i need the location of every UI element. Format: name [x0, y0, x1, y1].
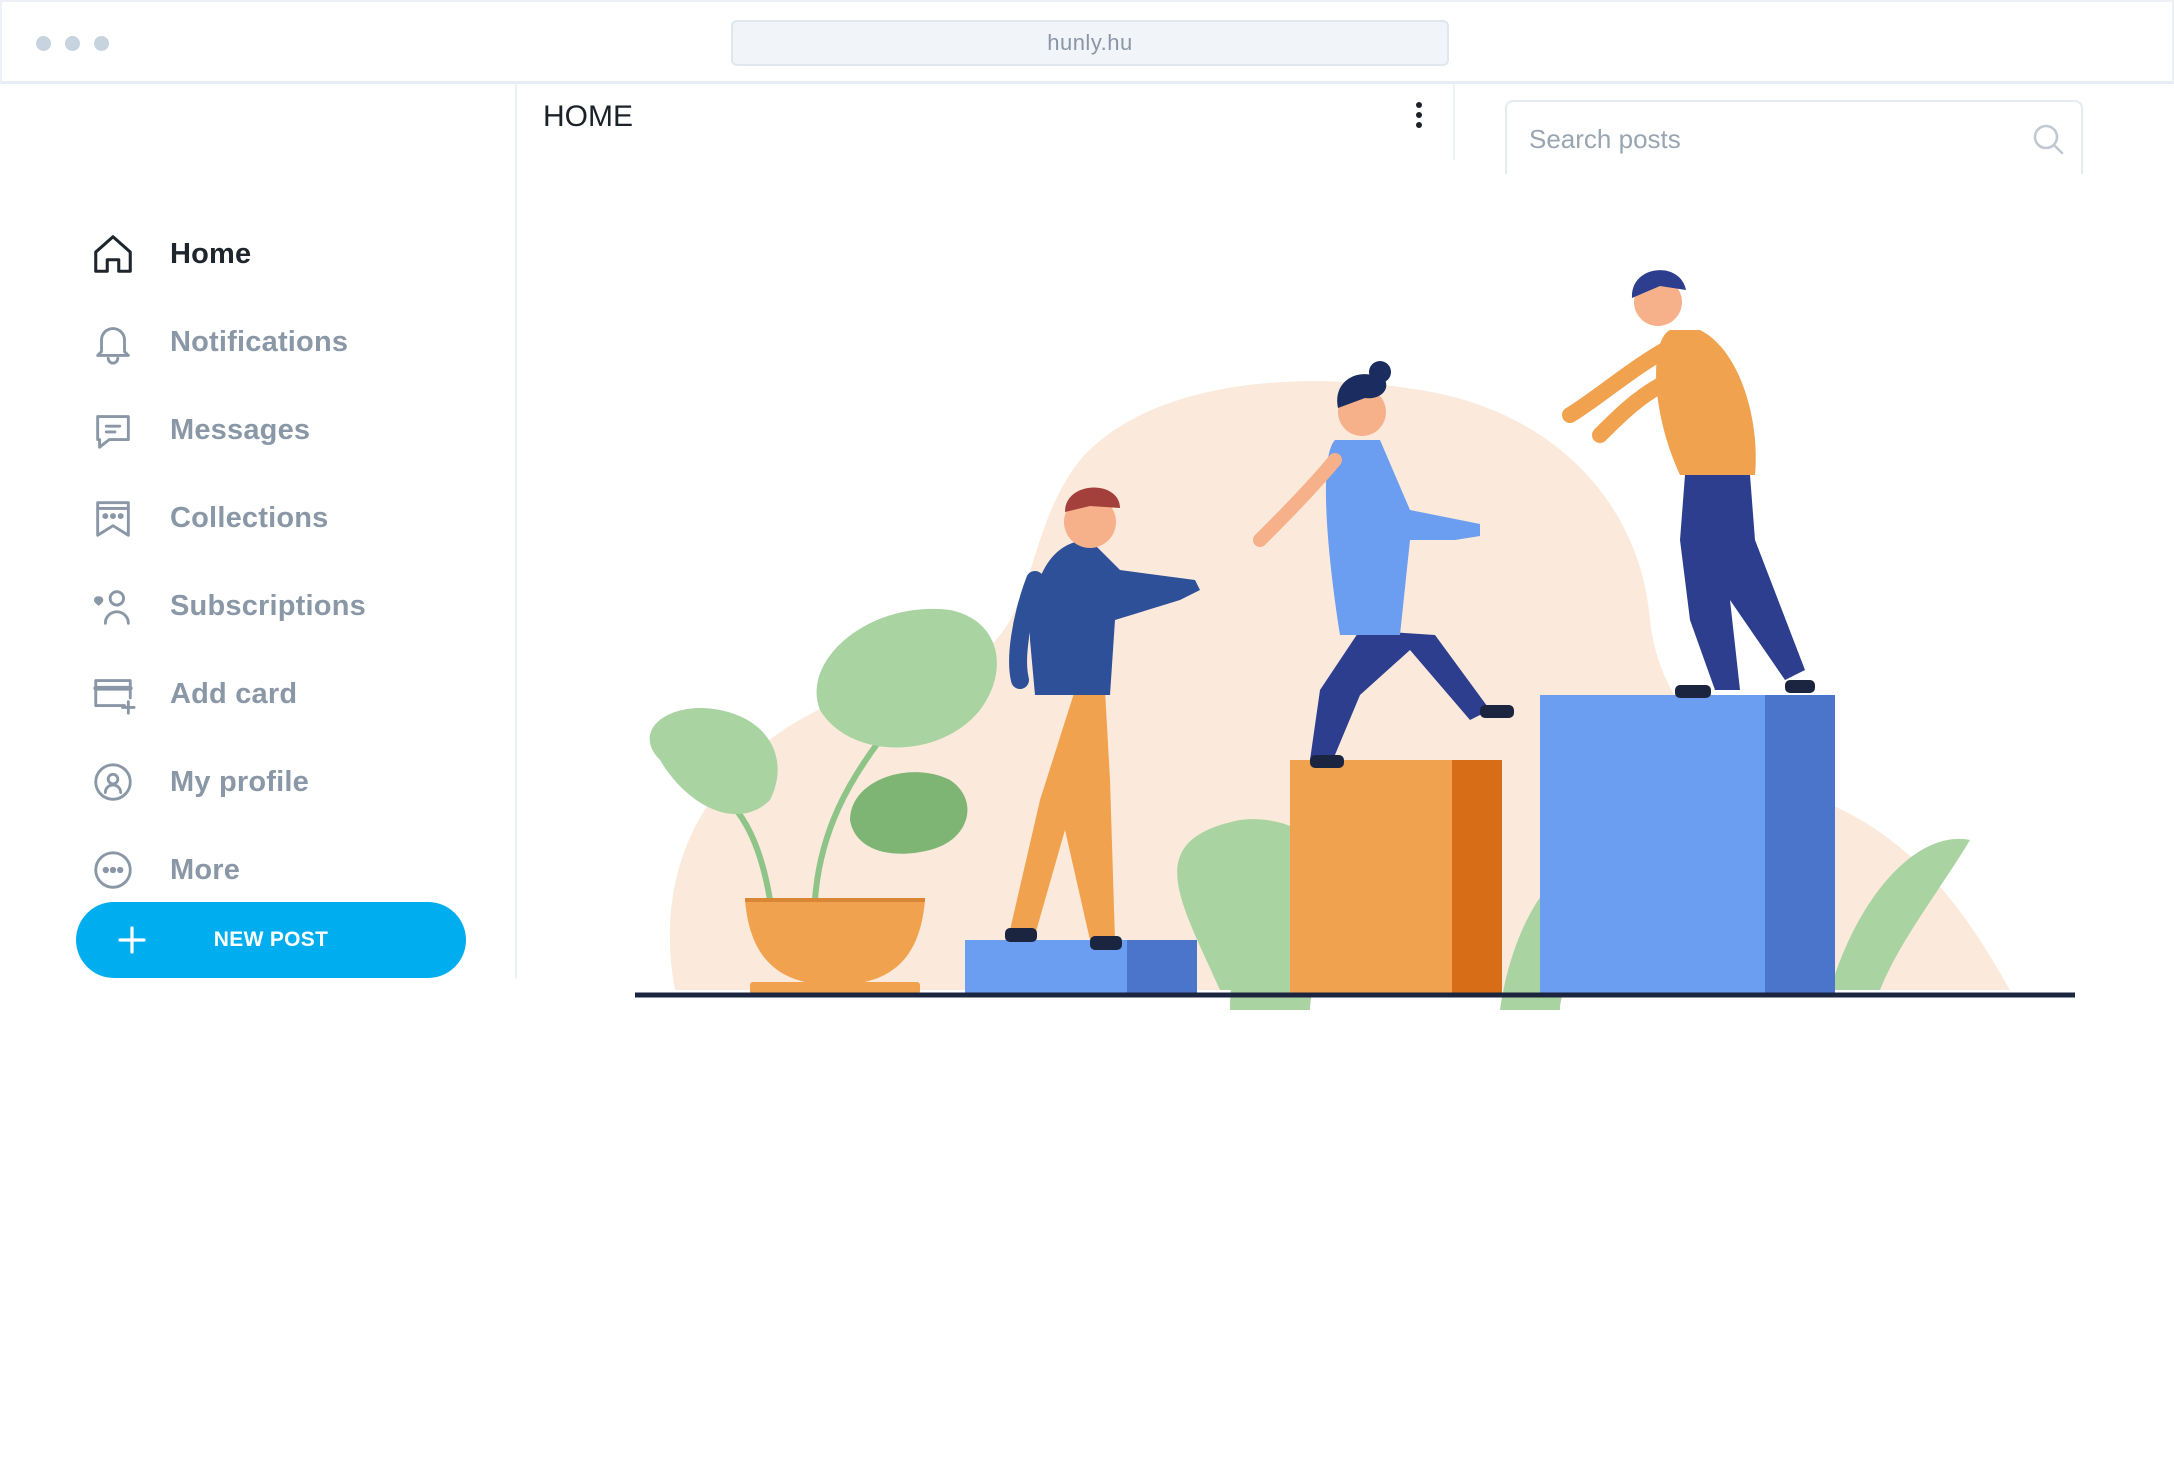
sidebar-item-subscriptions[interactable]: Subscriptions: [88, 576, 366, 636]
window-dot[interactable]: [94, 36, 109, 51]
home-icon: [88, 229, 138, 279]
window-controls: [36, 36, 109, 51]
sidebar-item-label: Collections: [170, 501, 329, 534]
credit-card-icon: [88, 669, 138, 719]
search-input[interactable]: [1527, 116, 2001, 162]
sidebar-item-my-profile[interactable]: My profile: [88, 752, 309, 812]
window-dot[interactable]: [65, 36, 80, 51]
sidebar-item-more[interactable]: More: [88, 840, 240, 900]
address-bar-url: hunly.hu: [1047, 30, 1133, 55]
new-post-label: NEW POST: [213, 928, 329, 951]
sidebar-item-label: My profile: [170, 765, 309, 798]
sidebar-item-label: More: [170, 853, 241, 886]
sidebar-item-label: Add card: [170, 677, 298, 710]
message-icon: [88, 405, 138, 455]
sidebar-item-messages[interactable]: Messages: [88, 400, 310, 460]
collections-icon: [88, 493, 138, 543]
search-icon[interactable]: [2031, 122, 2065, 156]
sidebar-item-label: Subscriptions: [170, 589, 366, 622]
sidebar-item-collections[interactable]: Collections: [88, 488, 329, 548]
bell-icon: [88, 317, 138, 367]
search-box: [1505, 100, 2083, 174]
page-header: HOME: [517, 84, 1455, 160]
sidebar-item-label: Notifications: [170, 325, 349, 358]
new-post-button[interactable]: NEW POST: [76, 902, 466, 978]
sidebar-item-add-card[interactable]: Add card: [88, 664, 297, 724]
sidebar-item-notifications[interactable]: Notifications: [88, 312, 348, 372]
sidebar-item-label: Home: [170, 237, 252, 270]
kebab-menu-icon[interactable]: [1407, 102, 1431, 136]
profile-icon: [88, 757, 138, 807]
window-dot[interactable]: [36, 36, 51, 51]
page-title: HOME: [543, 100, 633, 133]
browser-chrome: hunly.hu: [0, 0, 2174, 84]
sidebar-item-label: Messages: [170, 413, 311, 446]
sidebar-item-home[interactable]: Home: [88, 224, 251, 284]
sidebar: Home Notifications Messages Collections …: [0, 84, 517, 979]
more-icon: [88, 845, 138, 895]
address-bar[interactable]: hunly.hu: [731, 20, 1449, 66]
subscriptions-icon: [88, 581, 138, 631]
hero-illustration: [635, 270, 2075, 1010]
